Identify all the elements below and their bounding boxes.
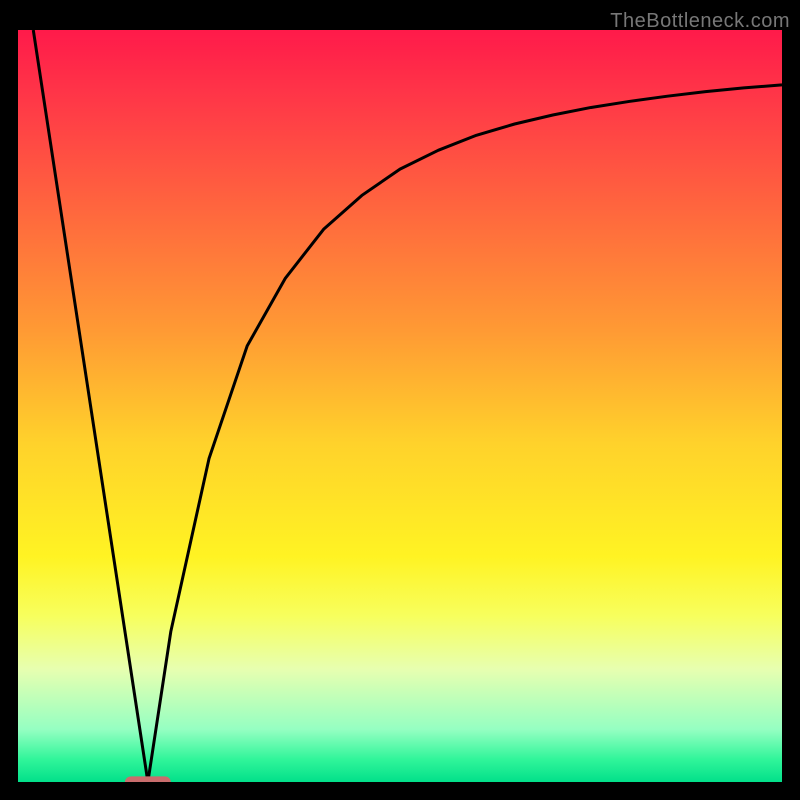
watermark-label: TheBottleneck.com xyxy=(610,10,790,33)
plot-area xyxy=(18,30,782,782)
chart-svg xyxy=(18,30,782,782)
gradient-background xyxy=(18,30,782,782)
optimal-marker xyxy=(125,776,171,782)
marker-group xyxy=(125,776,171,782)
chart-canvas: TheBottleneck.com xyxy=(0,0,800,800)
